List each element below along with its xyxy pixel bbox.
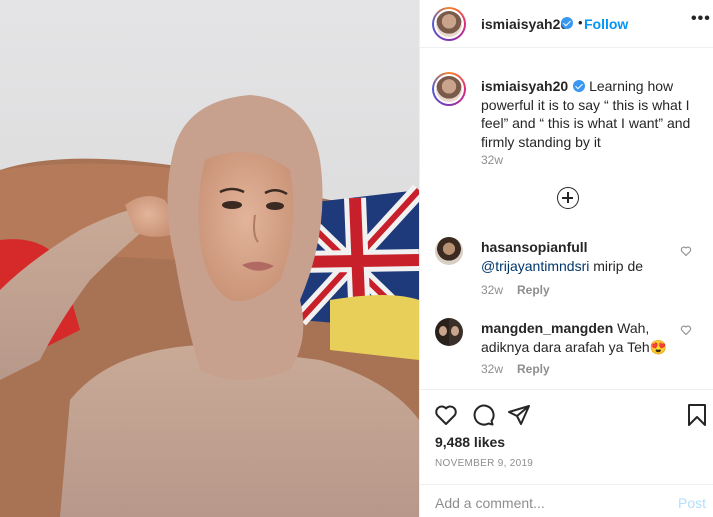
author-username[interactable]: ismiaisyah20 <box>481 16 568 32</box>
post-photo[interactable] <box>0 0 419 517</box>
post-date[interactable]: NOVEMBER 9, 2019 <box>435 458 533 469</box>
comment-meta: 32w Reply <box>481 362 550 376</box>
like-count[interactable]: 9,488 likes <box>435 434 505 450</box>
post-comment-button[interactable]: Post <box>678 495 706 511</box>
reply-button[interactable]: Reply <box>517 362 550 376</box>
verified-badge-icon <box>561 17 573 29</box>
commenter-avatar[interactable] <box>435 318 463 346</box>
commenter-username[interactable]: hasansopianfull <box>481 239 588 255</box>
comment-icon[interactable] <box>471 403 495 427</box>
separator-dot: • <box>578 15 583 30</box>
post-actions: 9,488 likes NOVEMBER 9, 2019 Post <box>420 389 713 517</box>
more-options-icon[interactable]: ••• <box>691 10 711 28</box>
commenter-username[interactable]: mangden_mangden <box>481 320 613 336</box>
follow-button[interactable]: Follow <box>584 16 628 32</box>
caption-text-block: ismiaisyah20 Learning how powerful it is… <box>481 77 709 151</box>
comment-heart-icon[interactable] <box>680 245 692 257</box>
comment-timestamp[interactable]: 32w <box>481 283 503 297</box>
share-icon[interactable] <box>507 403 531 427</box>
post-photo-illustration <box>0 0 419 517</box>
comment-composer: Post <box>420 484 713 517</box>
comment-heart-icon[interactable] <box>680 324 692 336</box>
comment-input[interactable] <box>435 493 655 513</box>
author-avatar[interactable] <box>432 7 466 41</box>
post-details-panel: ismiaisyah20 • Follow ••• ismiaisyah20 L… <box>419 0 713 517</box>
comment-text: mangden_mangden Wah, adiknya dara arafah… <box>481 319 681 356</box>
verified-badge-icon <box>573 80 586 92</box>
post-header: ismiaisyah20 • Follow ••• <box>420 0 713 48</box>
caption-author-avatar[interactable] <box>432 72 466 106</box>
caption-author-username[interactable]: ismiaisyah20 <box>481 78 568 94</box>
comment-meta: 32w Reply <box>481 283 550 297</box>
comment-body: mirip de <box>589 257 644 274</box>
comment-timestamp[interactable]: 32w <box>481 362 503 376</box>
commenter-avatar[interactable] <box>435 237 463 265</box>
comment-text: hasansopianfull @trijayantimndsri mirip … <box>481 238 681 275</box>
bookmark-icon[interactable] <box>685 403 709 427</box>
comment-emoji: 😍 <box>649 338 668 355</box>
reply-button[interactable]: Reply <box>517 283 550 297</box>
heart-icon[interactable] <box>434 403 458 427</box>
load-more-comments-icon[interactable] <box>557 187 579 209</box>
caption-timestamp[interactable]: 32w <box>481 153 503 167</box>
comment-mention[interactable]: @trijayantimndsri <box>481 258 589 274</box>
